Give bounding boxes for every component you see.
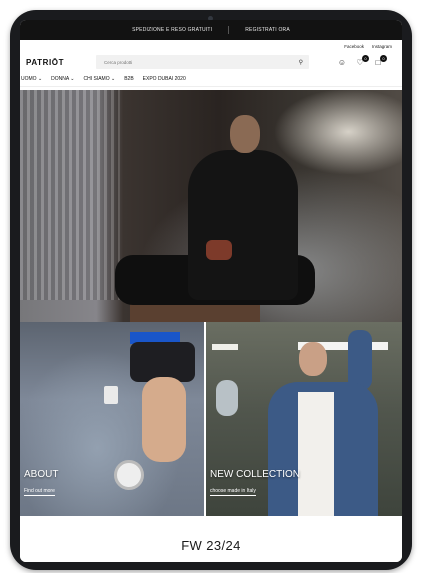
promo-bar: SPEDIZIONE E RESO GRATUITI REGISTRATI OR… [20, 20, 402, 40]
about-title: ABOUT [24, 469, 59, 480]
main-nav: UOMO ⌄ DONNA ⌄ CHI SIAMO ⌄ B2B EXPO DUBA… [20, 72, 402, 87]
hero-image[interactable] [20, 90, 402, 322]
site-header: PATRIŌT ⚲ ☺ ♡ 0 □ 0 [20, 52, 402, 72]
search-input[interactable] [104, 59, 284, 65]
header-icons: ☺ ♡ 0 □ 0 [337, 54, 387, 67]
website-screen: SPEDIZIONE E RESO GRATUITI REGISTRATI OR… [20, 20, 402, 562]
hero-model-head [230, 115, 260, 153]
register-link[interactable]: REGISTRATI ORA [245, 27, 290, 33]
punching-bag [216, 380, 238, 416]
search-icon[interactable]: ⚲ [299, 59, 303, 66]
logo[interactable]: PATRIŌT [26, 58, 96, 67]
nav-item-b2b[interactable]: B2B [124, 76, 133, 82]
about-jeans-button [114, 460, 144, 490]
user-icon[interactable]: ☺ [337, 58, 347, 67]
cart-count-badge: 0 [380, 54, 387, 62]
nav-item-expo-dubai[interactable]: EXPO DUBAI 2020 [143, 76, 186, 82]
social-links: Facebook Instagram [20, 40, 402, 52]
collection-white-shirt [298, 392, 334, 516]
about-tile[interactable]: ABOUT Find out more [20, 322, 204, 516]
search-bar[interactable]: ⚲ [96, 55, 309, 69]
nav-item-uomo[interactable]: UOMO ⌄ [21, 76, 42, 82]
nav-item-donna[interactable]: DONNA ⌄ [51, 76, 74, 82]
hero-model-body [188, 150, 298, 300]
about-hand [142, 377, 186, 462]
about-jeans-tag [104, 386, 118, 404]
about-link[interactable]: Find out more [24, 488, 55, 496]
instagram-link[interactable]: Instagram [372, 44, 392, 49]
shipping-notice: SPEDIZIONE E RESO GRATUITI [132, 27, 213, 33]
season-label: FW 23/24 [181, 538, 241, 553]
bag-icon[interactable]: □ 0 [373, 54, 387, 67]
wishlist-count-badge: 0 [362, 54, 369, 62]
season-banner: FW 23/24 [20, 516, 402, 562]
hero-shutter [20, 90, 120, 300]
collection-tile[interactable]: NEW COLLECTION choose made in Italy [206, 322, 402, 516]
promo-divider [228, 26, 230, 34]
gym-light-left [212, 344, 238, 350]
facebook-link[interactable]: Facebook [344, 44, 364, 49]
nav-item-chi-siamo[interactable]: CHI SIAMO ⌄ [84, 76, 116, 82]
about-arm [130, 342, 195, 382]
collection-link[interactable]: choose made in Italy [210, 488, 256, 496]
collection-raised-arm [348, 330, 372, 390]
heart-icon[interactable]: ♡ 0 [355, 54, 369, 67]
collection-model-head [299, 342, 327, 376]
hero-boxing-glove [206, 240, 232, 260]
collection-title: NEW COLLECTION [210, 469, 301, 480]
